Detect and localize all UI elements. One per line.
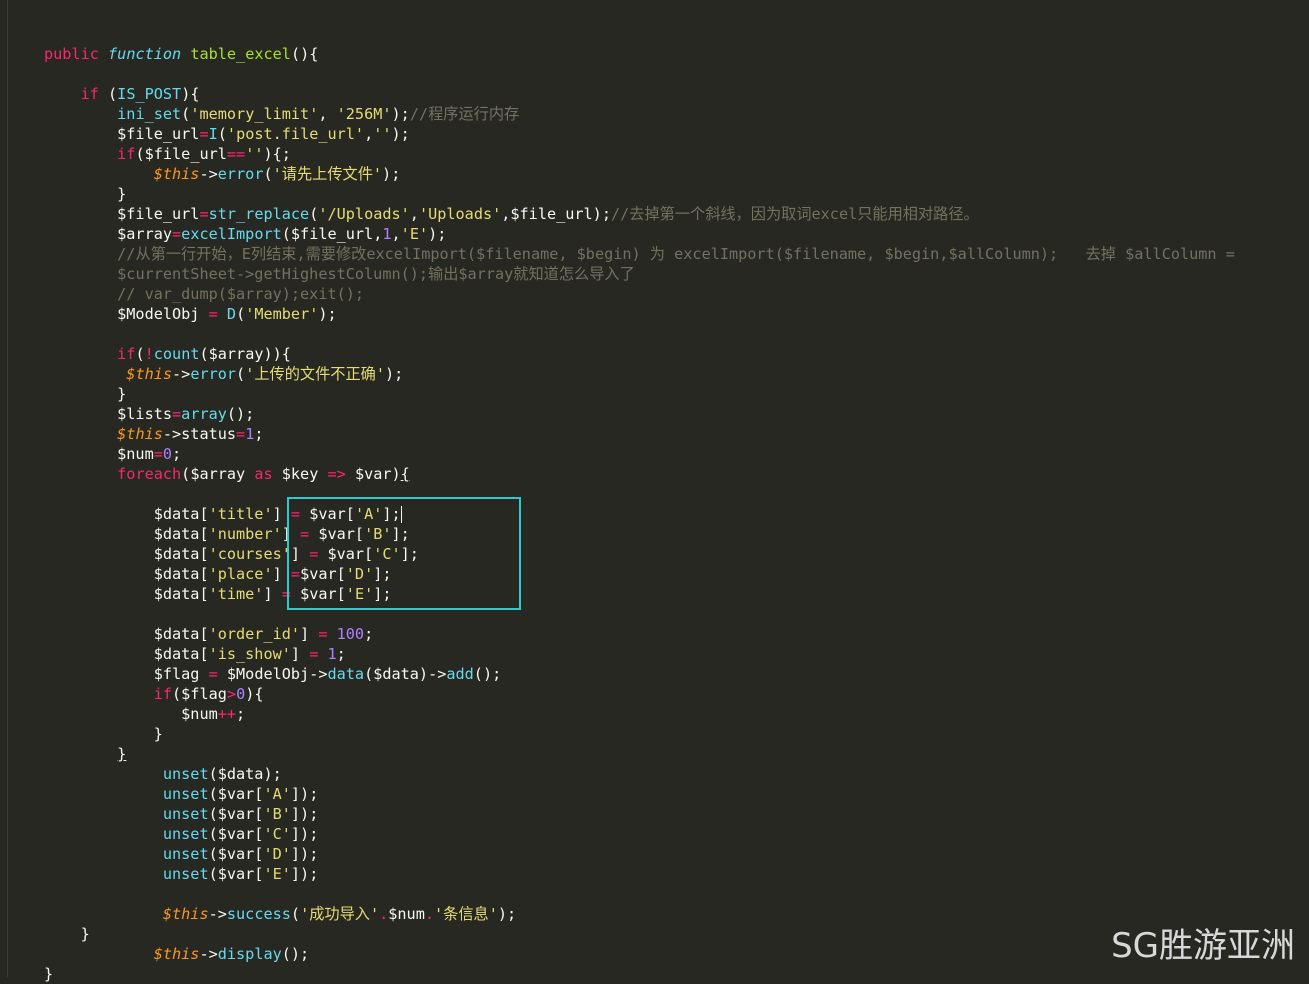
code-line-45[interactable]: } bbox=[0, 924, 90, 944]
code-line-21[interactable]: $num=0; bbox=[0, 444, 181, 464]
code-line-39[interactable]: unset($var['B']); bbox=[0, 804, 318, 824]
code-line-13[interactable]: // var_dump($array);exit(); bbox=[0, 284, 364, 304]
code-line-20[interactable]: $this->status=1; bbox=[0, 424, 263, 444]
code-line-33[interactable]: if($flag>0){ bbox=[0, 684, 264, 704]
code-line-1[interactable]: public function table_excel(){ bbox=[0, 44, 318, 64]
watermark-text: SG胜游亚洲 bbox=[1111, 926, 1295, 966]
code-line-10[interactable]: $array=excelImport($file_url,1,'E'); bbox=[0, 224, 446, 244]
code-line-7[interactable]: $this->error('请先上传文件'); bbox=[0, 164, 401, 184]
code-line-22[interactable]: foreach($array as $key => $var){ bbox=[0, 464, 410, 484]
code-line-6[interactable]: if($file_url==''){; bbox=[0, 144, 291, 164]
code-editor[interactable]: public function table_excel(){ if (IS_PO… bbox=[0, 0, 1309, 983]
code-line-42[interactable]: unset($var['E']); bbox=[0, 864, 318, 884]
code-line-4[interactable]: ini_set('memory_limit', '256M');//程序运行内存 bbox=[0, 104, 519, 124]
code-line-38[interactable]: unset($var['A']); bbox=[0, 784, 318, 804]
highlight-box bbox=[287, 497, 521, 610]
code-line-40[interactable]: unset($var['C']); bbox=[0, 824, 318, 844]
code-line-47[interactable]: } bbox=[0, 964, 53, 984]
code-line-5[interactable]: $file_url=I('post.file_url',''); bbox=[0, 124, 410, 144]
code-line-17[interactable]: $this->error('上传的文件不正确'); bbox=[0, 364, 403, 384]
code-line-30[interactable]: $data['order_id'] = 100; bbox=[0, 624, 374, 644]
code-line-31[interactable]: $data['is_show'] = 1; bbox=[0, 644, 346, 664]
code-line-19[interactable]: $lists=array(); bbox=[0, 404, 254, 424]
code-line-35[interactable]: } bbox=[0, 724, 163, 744]
code-line-11[interactable]: //从第一行开始，E列结束,需要修改excelImport($filename,… bbox=[0, 244, 1235, 264]
code-line-34[interactable]: $num++; bbox=[0, 704, 245, 724]
code-line-44[interactable]: $this->success('成功导入'.$num.'条信息'); bbox=[0, 904, 516, 924]
code-line-9[interactable]: $file_url=str_replace('/Uploads','Upload… bbox=[0, 204, 979, 224]
code-line-46[interactable]: $this->display(); bbox=[0, 944, 309, 964]
code-line-36[interactable]: } bbox=[0, 744, 126, 764]
code-line-32[interactable]: $flag = $ModelObj->data($data)->add(); bbox=[0, 664, 502, 684]
code-line-3[interactable]: if (IS_POST){ bbox=[0, 84, 200, 104]
code-line-14[interactable]: $ModelObj = D('Member'); bbox=[0, 304, 337, 324]
code-line-37[interactable]: unset($data); bbox=[0, 764, 282, 784]
code-line-12[interactable]: $currentSheet->getHighestColumn();输出$arr… bbox=[0, 264, 635, 284]
code-line-18[interactable]: } bbox=[0, 384, 126, 404]
code-line-8[interactable]: } bbox=[0, 184, 126, 204]
code-line-41[interactable]: unset($var['D']); bbox=[0, 844, 318, 864]
code-line-16[interactable]: if(!count($array)){ bbox=[0, 344, 291, 364]
